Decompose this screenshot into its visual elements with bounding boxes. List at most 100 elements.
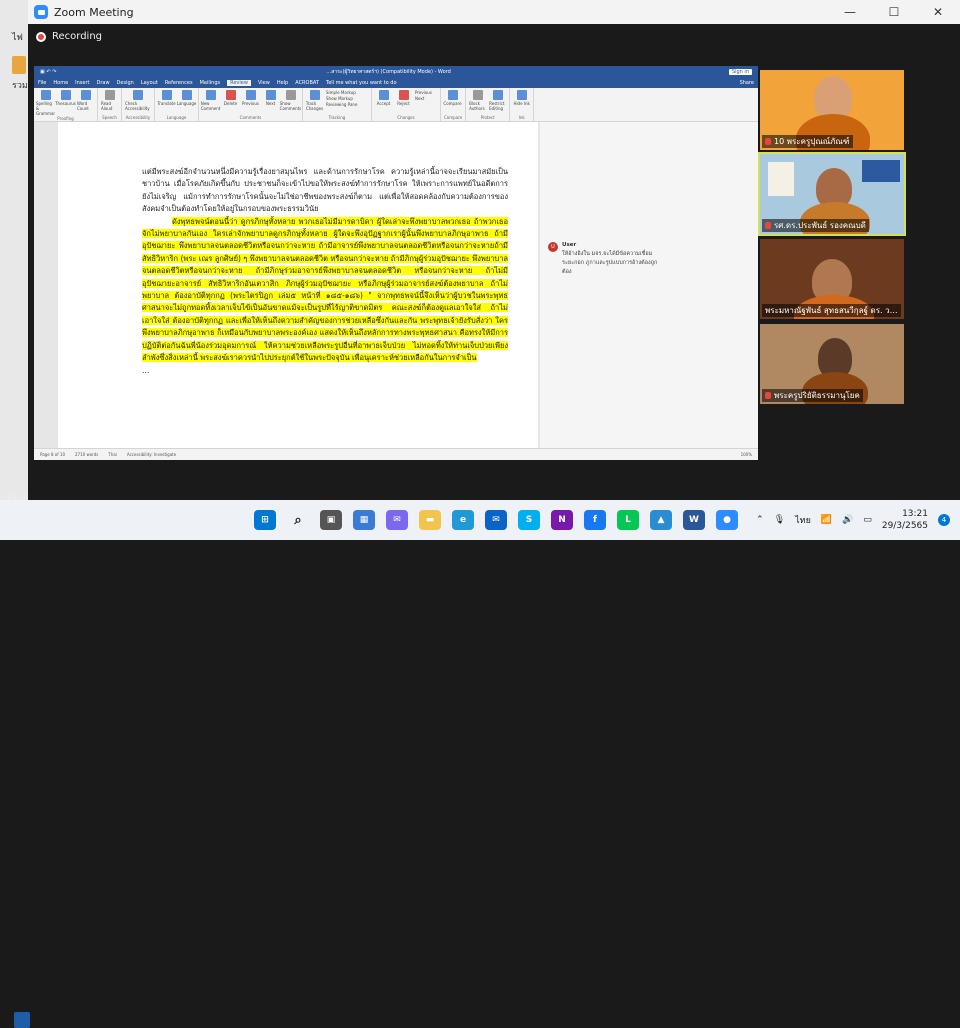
previous-change-button[interactable]: Previous <box>415 90 437 95</box>
button-label: Language <box>176 101 197 106</box>
button-label: Hide Ink <box>513 101 530 106</box>
accessibility-status[interactable]: Accessibility: Investigate <box>127 452 176 457</box>
zoom-level[interactable]: 100% <box>741 452 752 457</box>
block-authors-button[interactable]: Block Authors <box>469 90 486 115</box>
show-markup-dropdown[interactable]: Show Markup <box>326 96 368 101</box>
battery-icon[interactable]: ▭ <box>863 515 872 525</box>
reject-icon <box>398 90 409 100</box>
delete-comment-button[interactable]: Delete <box>222 90 239 115</box>
comment-avatar: U <box>548 242 558 252</box>
simple-markup-dropdown[interactable]: Simple Markup <box>326 90 368 95</box>
button-label: Read Aloud <box>101 101 113 111</box>
thesaurus-button[interactable]: Thesaurus <box>55 90 76 116</box>
share-button[interactable]: Share <box>740 80 754 86</box>
tab-insert[interactable]: Insert <box>75 80 89 86</box>
tray-chevron-icon[interactable]: ⌃ <box>756 515 764 525</box>
task-widget-icon[interactable] <box>14 1012 30 1028</box>
participant-video-active-speaker[interactable]: รศ.ดร.ประพันธ์ รองคณบดี <box>758 152 906 236</box>
button-label: Check Accessibility <box>125 101 150 111</box>
word-count[interactable]: 2710 words <box>75 452 98 457</box>
restrict-editing-button[interactable]: Restrict Editing <box>489 90 506 115</box>
participant-name: รศ.ดร.ประพันธ์ รองคณบดี <box>774 221 866 230</box>
button-label: Translate <box>157 101 176 106</box>
track-changes-button[interactable]: Track Changes <box>306 90 323 115</box>
skype-icon[interactable]: S <box>518 510 540 530</box>
tab-help[interactable]: Help <box>277 80 288 86</box>
tab-references[interactable]: References <box>165 80 193 86</box>
photos-icon[interactable]: ▲ <box>650 510 672 530</box>
notification-badge[interactable]: 4 <box>938 514 950 526</box>
participant-video[interactable]: พระมหาณัฐพันธ์ สุทธสนวีกุลฐ์ ดร. ว… <box>760 239 904 319</box>
widgets-icon[interactable]: ▦ <box>353 510 375 530</box>
next-icon <box>265 90 276 100</box>
shared-screen-word: ▣ ↶ ↷ …สาระ(ผู้วิทยาศาสตร์ฯ) (Compatibil… <box>34 66 758 460</box>
next-comment-button[interactable]: Next <box>262 90 279 115</box>
line-icon[interactable]: L <box>617 510 639 530</box>
tab-design[interactable]: Design <box>117 80 134 86</box>
ribbon-group-accessibility: Check Accessibility Accessibility <box>122 88 155 121</box>
language-status[interactable]: Thai <box>108 452 117 457</box>
recording-indicator[interactable]: Recording <box>36 31 102 42</box>
tab-acrobat[interactable]: ACROBAT <box>295 80 319 86</box>
spelling-grammar-button[interactable]: Spelling & Grammar <box>36 90 55 116</box>
word-icon[interactable]: W <box>683 510 705 530</box>
thesaurus-icon <box>60 90 71 100</box>
reject-button[interactable]: Reject <box>395 90 412 115</box>
microphone-icon[interactable]: 🎙 <box>774 515 785 525</box>
new-comment-button[interactable]: New Comment <box>201 90 220 115</box>
read-aloud-button[interactable]: Read Aloud <box>101 90 118 115</box>
accept-button[interactable]: Accept <box>375 90 392 115</box>
button-label: Previous <box>242 101 259 106</box>
tab-layout[interactable]: Layout <box>141 80 158 86</box>
minimize-button[interactable]: — <box>828 5 872 19</box>
wifi-icon[interactable]: 📶 <box>821 515 832 525</box>
page-text: แต่มีพระสงฆ์อีกจำนวนหนึ่งมีความรู้เรื่อง… <box>142 166 508 377</box>
participant-video[interactable]: 10 พระครูปุณณ์ภัณฑ์ <box>760 70 904 150</box>
tab-view[interactable]: View <box>258 80 270 86</box>
comment-card[interactable]: U User ให้อ้างอิงใน มจร.จะได้มีข้อความเช… <box>548 242 662 277</box>
mic-muted-icon <box>765 138 771 145</box>
tab-draw[interactable]: Draw <box>96 80 109 86</box>
tell-me-search[interactable]: Tell me what you want to do <box>326 80 397 86</box>
next-change-button[interactable]: Next <box>415 96 437 101</box>
start-icon[interactable]: ⊞ <box>254 510 276 530</box>
clock-date: 29/3/2565 <box>881 521 928 531</box>
word-count-button[interactable]: Word Count <box>77 90 94 116</box>
language-button[interactable]: Language <box>176 90 197 115</box>
sign-in-button[interactable]: Sign in <box>728 69 752 75</box>
reviewing-pane-dropdown[interactable]: Reviewing Pane <box>326 102 368 107</box>
tab-review[interactable]: Review <box>227 80 251 86</box>
compare-icon <box>447 90 458 100</box>
maximize-button[interactable]: ☐ <box>872 5 916 19</box>
zoom-logo-icon <box>34 5 48 19</box>
onenote-icon[interactable]: N <box>551 510 573 530</box>
edge-icon[interactable]: e <box>452 510 474 530</box>
clock[interactable]: 13:21 29/3/2565 <box>882 508 928 532</box>
facebook-icon[interactable]: f <box>584 510 606 530</box>
chat-icon[interactable]: ✉ <box>386 510 408 530</box>
participant-video[interactable]: พระครูปริยัติธรรมานุโยค <box>760 324 904 404</box>
mail-icon[interactable]: ✉ <box>485 510 507 530</box>
group-label: Tracking <box>328 115 346 120</box>
tab-mailings[interactable]: Mailings <box>200 80 221 86</box>
explorer-icon[interactable]: ▬ <box>419 510 441 530</box>
search-icon[interactable]: ⌕ <box>287 510 309 530</box>
translate-button[interactable]: Translate <box>157 90 176 115</box>
compare-button[interactable]: Compare <box>443 90 462 115</box>
check-accessibility-button[interactable]: Check Accessibility <box>125 90 151 115</box>
word-quick-access[interactable]: ▣ ↶ ↷ <box>40 69 56 75</box>
comment-pane: U User ให้อ้างอิงใน มจร.จะได้มีข้อความเช… <box>540 122 758 448</box>
previous-comment-button[interactable]: Previous <box>242 90 259 115</box>
tab-home[interactable]: Home <box>53 80 68 86</box>
participant-name: พระครูปริยัติธรรมานุโยค <box>774 391 860 400</box>
volume-icon[interactable]: 🔊 <box>842 515 853 525</box>
document-page[interactable]: แต่มีพระสงฆ์อีกจำนวนหนึ่งมีความรู้เรื่อง… <box>58 122 538 448</box>
close-button[interactable]: ✕ <box>916 5 960 19</box>
zoom-icon[interactable]: ● <box>716 510 738 530</box>
tab-file[interactable]: File <box>38 80 46 86</box>
input-language[interactable]: ไทย <box>795 513 811 527</box>
hide-ink-button[interactable]: Hide Ink <box>513 90 530 115</box>
paragraph-highlighted: ดังพุทธพจน์ตอนนี้ว่า ดูกรภิกษุทั้งหลาย พ… <box>142 216 508 363</box>
show-comments-button[interactable]: Show Comments <box>280 90 301 115</box>
taskview-icon[interactable]: ▣ <box>320 510 342 530</box>
